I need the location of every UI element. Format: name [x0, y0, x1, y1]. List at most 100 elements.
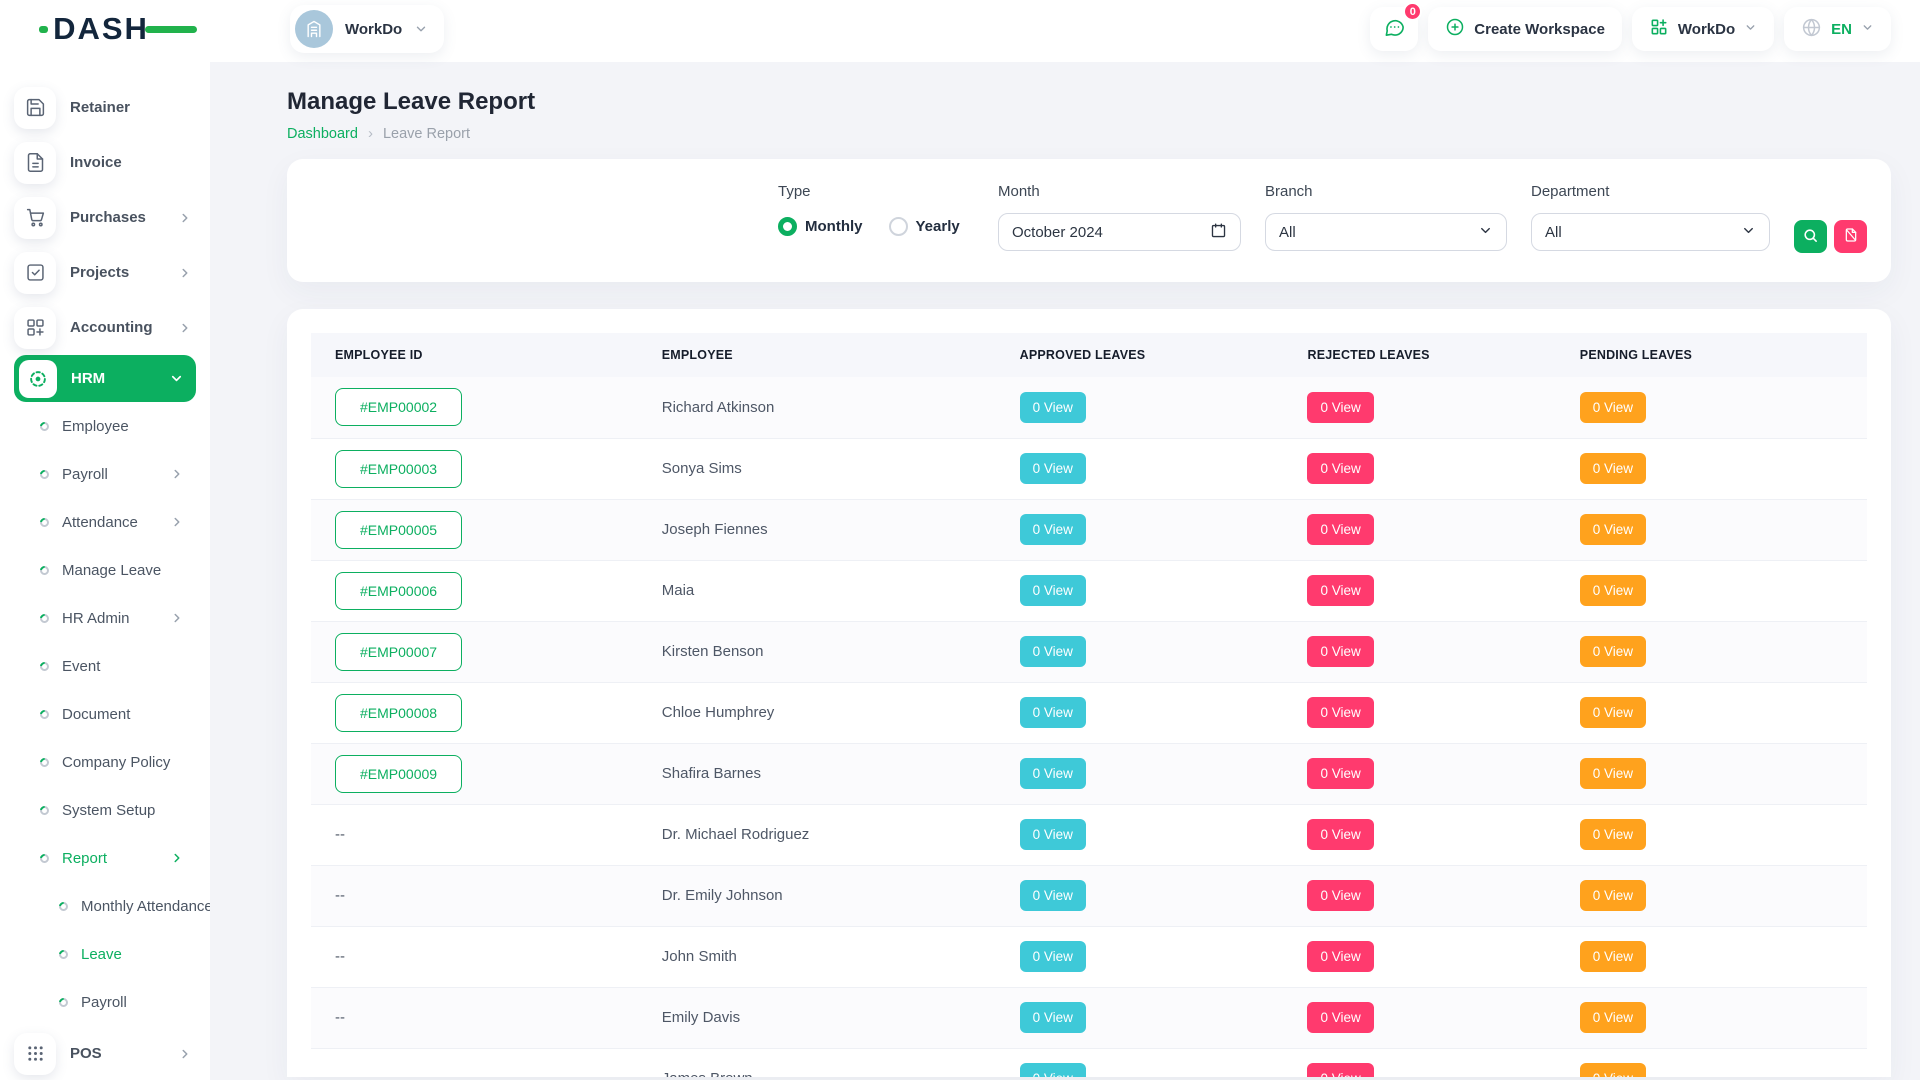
- rejected-view-badge[interactable]: 0 View: [1307, 392, 1373, 423]
- pending-view-badge[interactable]: 0 View: [1580, 880, 1646, 911]
- messenger-button[interactable]: 0: [1370, 7, 1418, 51]
- reset-button[interactable]: [1834, 220, 1867, 253]
- sidebar-item-accounting[interactable]: Accounting: [0, 300, 210, 355]
- employee-id-badge[interactable]: #EMP00007: [335, 633, 462, 671]
- search-button[interactable]: [1794, 220, 1827, 253]
- branch-select[interactable]: All: [1265, 213, 1507, 251]
- chevron-right-icon: [178, 211, 192, 225]
- employee-id-badge[interactable]: #EMP00009: [335, 755, 462, 793]
- globe-icon: [1801, 17, 1822, 42]
- bullet-icon: [38, 516, 51, 529]
- rejected-leaves-cell: 0 View: [1283, 743, 1555, 804]
- hrm-icon: [19, 360, 57, 398]
- workspace-selector[interactable]: WorkDo: [290, 5, 444, 53]
- sidebar-item-label: POS: [70, 1045, 102, 1062]
- pending-view-badge[interactable]: 0 View: [1580, 819, 1646, 850]
- sidebar-item-pos[interactable]: POS: [0, 1026, 210, 1080]
- bullet-icon: [38, 612, 51, 625]
- rejected-leaves-cell: 0 View: [1283, 560, 1555, 621]
- rejected-view-badge[interactable]: 0 View: [1307, 1063, 1373, 1077]
- rejected-view-badge[interactable]: 0 View: [1307, 880, 1373, 911]
- branch-label: Branch: [1265, 183, 1507, 200]
- sidebar-item-company-policy[interactable]: Company Policy: [0, 738, 210, 786]
- workspace-menu-button[interactable]: WorkDo: [1632, 7, 1774, 51]
- sidebar-item-employee[interactable]: Employee: [0, 402, 210, 450]
- language-button[interactable]: EN: [1784, 7, 1891, 51]
- employee-name-cell: Dr. Michael Rodriguez: [638, 804, 996, 865]
- sidebar-item-attendance[interactable]: Attendance: [0, 498, 210, 546]
- pending-view-badge[interactable]: 0 View: [1580, 514, 1646, 545]
- sidebar-item-label: Projects: [70, 264, 129, 281]
- department-select[interactable]: All: [1531, 213, 1770, 251]
- pending-view-badge[interactable]: 0 View: [1580, 1002, 1646, 1033]
- column-header-approved-leaves: APPROVED LEAVES: [996, 333, 1284, 377]
- pending-view-badge[interactable]: 0 View: [1580, 758, 1646, 789]
- pending-leaves-cell: 0 View: [1556, 438, 1867, 499]
- sidebar-item-manage-leave[interactable]: Manage Leave: [0, 546, 210, 594]
- rejected-view-badge[interactable]: 0 View: [1307, 697, 1373, 728]
- approved-view-badge[interactable]: 0 View: [1020, 819, 1086, 850]
- app-logo[interactable]: DASH: [0, 0, 210, 58]
- rejected-view-badge[interactable]: 0 View: [1307, 636, 1373, 667]
- table-row: --Emily Davis0 View0 View0 View: [311, 987, 1867, 1048]
- sidebar-item-hrm[interactable]: HRM: [14, 355, 196, 402]
- approved-view-badge[interactable]: 0 View: [1020, 392, 1086, 423]
- breadcrumb-dashboard-link[interactable]: Dashboard: [287, 126, 358, 142]
- approved-view-badge[interactable]: 0 View: [1020, 514, 1086, 545]
- approved-view-badge[interactable]: 0 View: [1020, 758, 1086, 789]
- pending-view-badge[interactable]: 0 View: [1580, 1063, 1646, 1077]
- rejected-view-badge[interactable]: 0 View: [1307, 819, 1373, 850]
- approved-view-badge[interactable]: 0 View: [1020, 453, 1086, 484]
- sidebar-item-payroll[interactable]: Payroll: [0, 978, 210, 1026]
- rejected-view-badge[interactable]: 0 View: [1307, 1002, 1373, 1033]
- chat-icon: [1383, 16, 1406, 43]
- sidebar-item-hr-admin[interactable]: HR Admin: [0, 594, 210, 642]
- approved-leaves-cell: 0 View: [996, 804, 1284, 865]
- sidebar-item-document[interactable]: Document: [0, 690, 210, 738]
- grid-plus-icon: [1649, 17, 1669, 41]
- employee-name-cell: James Brown: [638, 1048, 996, 1077]
- pending-view-badge[interactable]: 0 View: [1580, 697, 1646, 728]
- employee-id-badge[interactable]: #EMP00006: [335, 572, 462, 610]
- pending-view-badge[interactable]: 0 View: [1580, 941, 1646, 972]
- employee-id-empty: --: [335, 887, 345, 904]
- employee-id-badge[interactable]: #EMP00008: [335, 694, 462, 732]
- approved-view-badge[interactable]: 0 View: [1020, 636, 1086, 667]
- approved-view-badge[interactable]: 0 View: [1020, 880, 1086, 911]
- sidebar-item-projects[interactable]: Projects: [0, 245, 210, 300]
- radio-monthly[interactable]: Monthly: [778, 217, 863, 236]
- approved-view-badge[interactable]: 0 View: [1020, 697, 1086, 728]
- sidebar-item-event[interactable]: Event: [0, 642, 210, 690]
- rejected-view-badge[interactable]: 0 View: [1307, 941, 1373, 972]
- approved-view-badge[interactable]: 0 View: [1020, 941, 1086, 972]
- radio-yearly[interactable]: Yearly: [889, 217, 960, 236]
- pending-view-badge[interactable]: 0 View: [1580, 392, 1646, 423]
- chevron-down-icon: [1741, 223, 1756, 242]
- approved-view-badge[interactable]: 0 View: [1020, 1063, 1086, 1077]
- sidebar-item-leave[interactable]: Leave: [0, 930, 210, 978]
- sidebar-item-purchases[interactable]: Purchases: [0, 190, 210, 245]
- approved-view-badge[interactable]: 0 View: [1020, 575, 1086, 606]
- approved-view-badge[interactable]: 0 View: [1020, 1002, 1086, 1033]
- rejected-view-badge[interactable]: 0 View: [1307, 575, 1373, 606]
- sidebar-item-system-setup[interactable]: System Setup: [0, 786, 210, 834]
- sidebar-item-monthly-attendance[interactable]: Monthly Attendance: [0, 882, 210, 930]
- employee-id-badge[interactable]: #EMP00002: [335, 388, 462, 426]
- rejected-view-badge[interactable]: 0 View: [1307, 514, 1373, 545]
- employee-id-badge[interactable]: #EMP00005: [335, 511, 462, 549]
- sidebar-item-report[interactable]: Report: [0, 834, 210, 882]
- rejected-view-badge[interactable]: 0 View: [1307, 453, 1373, 484]
- employee-id-badge[interactable]: #EMP00003: [335, 450, 462, 488]
- pending-view-badge[interactable]: 0 View: [1580, 636, 1646, 667]
- month-input[interactable]: October 2024: [998, 213, 1241, 251]
- rejected-view-badge[interactable]: 0 View: [1307, 758, 1373, 789]
- sidebar-item-payroll[interactable]: Payroll: [0, 450, 210, 498]
- sidebar-item-label: Document: [62, 706, 130, 723]
- sidebar-item-label: Purchases: [70, 209, 146, 226]
- pending-view-badge[interactable]: 0 View: [1580, 575, 1646, 606]
- create-workspace-button[interactable]: Create Workspace: [1428, 7, 1622, 51]
- pending-view-badge[interactable]: 0 View: [1580, 453, 1646, 484]
- sidebar-item-invoice[interactable]: Invoice: [0, 135, 210, 190]
- sidebar-item-retainer[interactable]: Retainer: [0, 80, 210, 135]
- radio-yearly-label: Yearly: [916, 218, 960, 235]
